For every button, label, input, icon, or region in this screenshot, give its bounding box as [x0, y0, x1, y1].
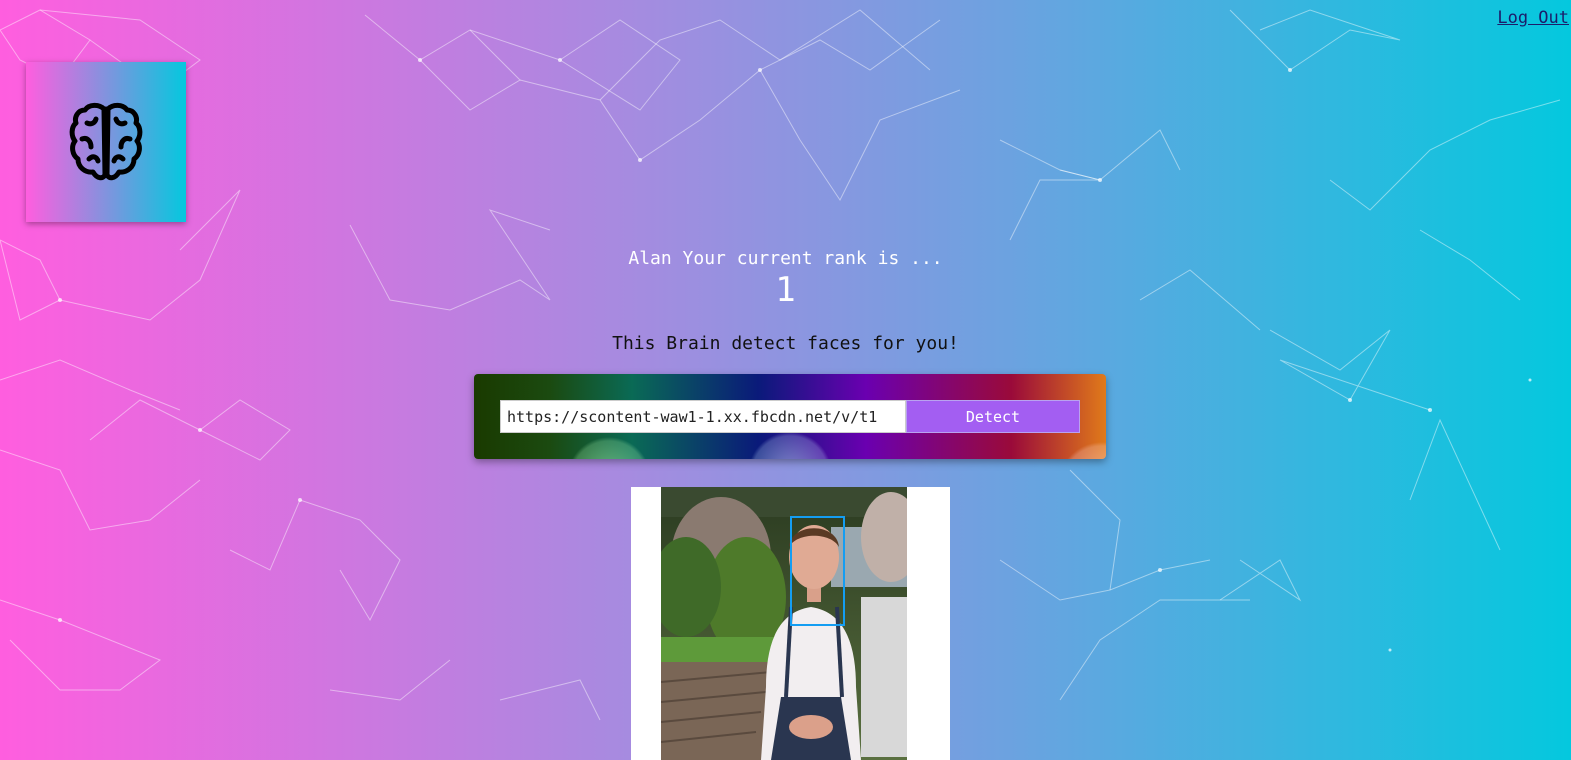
rank-value: 1 [775, 270, 796, 310]
logo [26, 62, 186, 222]
face-bounding-box [790, 516, 845, 626]
detected-face-photo [661, 487, 907, 760]
image-url-input[interactable] [500, 400, 906, 433]
brain-icon [69, 102, 143, 181]
detect-button[interactable]: Detect [906, 400, 1080, 433]
intro-text: This Brain detect faces for you! [612, 333, 959, 354]
detect-form: Detect [474, 374, 1106, 459]
rank-text: Alan Your current rank is ... [628, 248, 943, 269]
logout-link[interactable]: Log Out [1497, 8, 1569, 28]
